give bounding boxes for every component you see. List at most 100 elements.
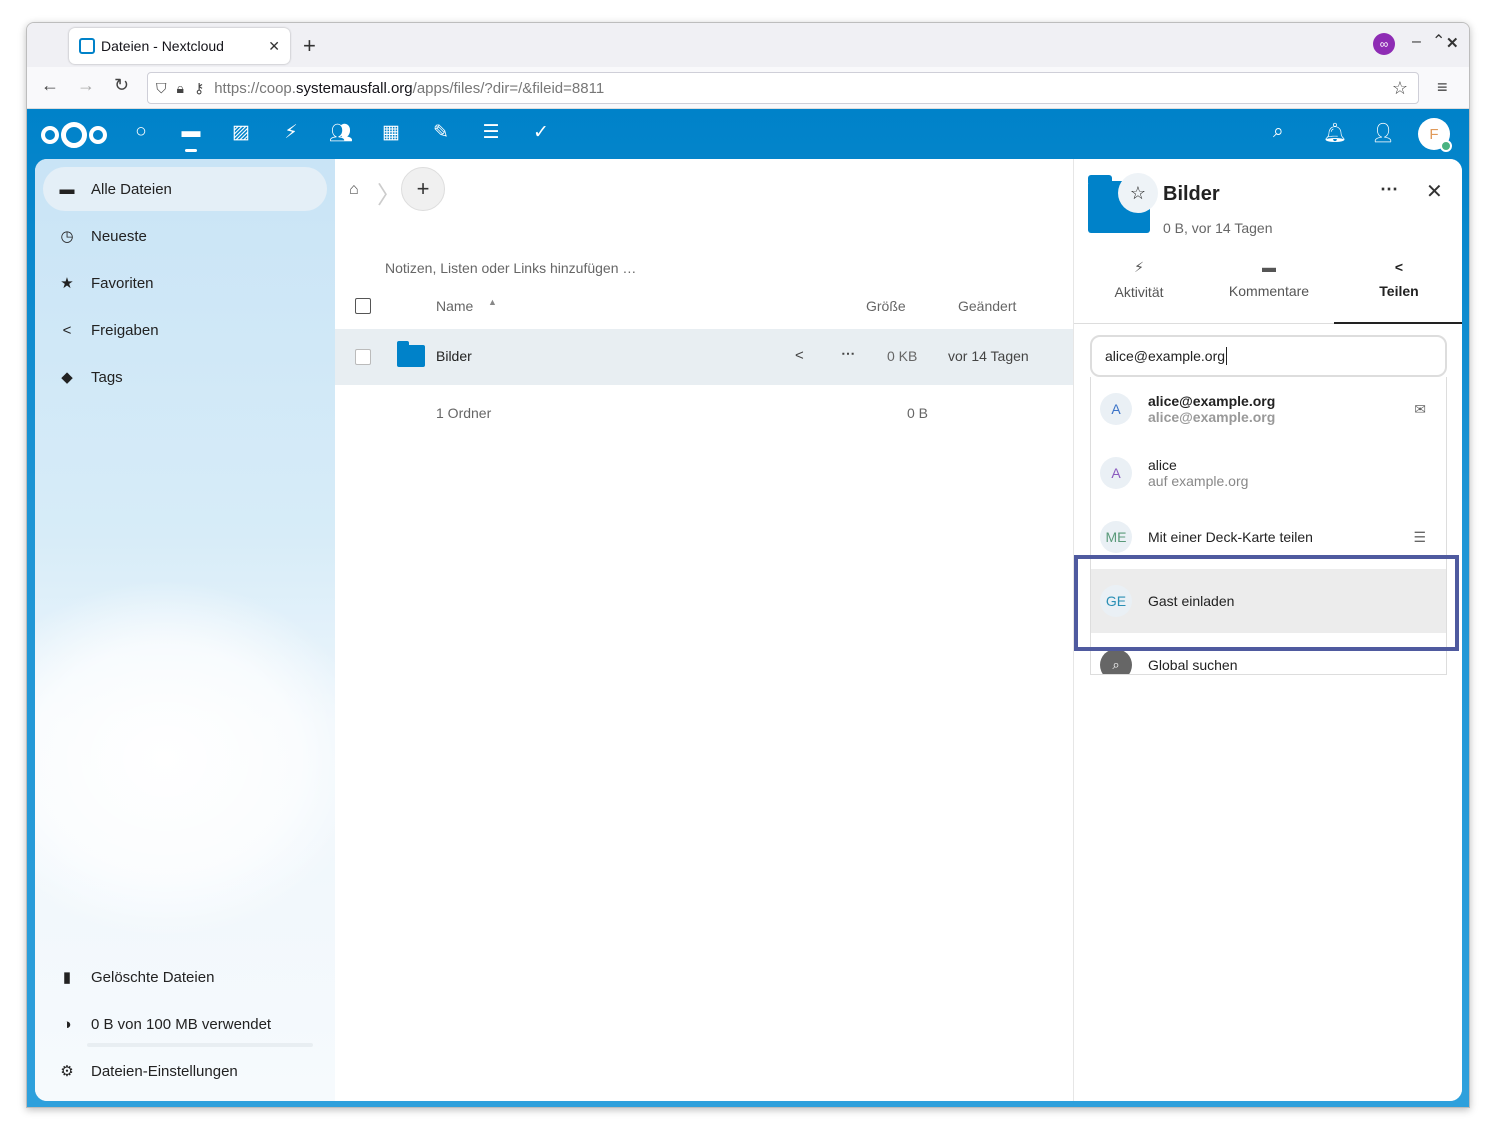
nav-item-recent[interactable]: ◷ Neueste (43, 214, 327, 258)
option-subtitle: alice@example.org (1148, 409, 1276, 425)
calendar-app-icon[interactable]: ▦ (379, 121, 403, 144)
nav-item-settings[interactable]: ⚙ Dateien-Einstellungen (43, 1049, 327, 1093)
search-icon[interactable]: ⌕ (1273, 121, 1284, 143)
table-row[interactable]: Bilder < ⋯ 0 KB vor 14 Tagen (335, 329, 1073, 385)
rich-workspace-placeholder[interactable]: Notizen, Listen oder Links hinzufügen … (385, 260, 636, 276)
contacts-menu-icon[interactable]: 👤︎ (1371, 121, 1395, 145)
option-title: Mit einer Deck-Karte teilen (1148, 529, 1313, 545)
notifications-bell-icon[interactable]: 🔔︎ (1323, 121, 1347, 145)
bolt-icon: ⚡︎ (1134, 259, 1144, 275)
list-item[interactable]: GE Gast einladen (1091, 569, 1446, 633)
active-app-indicator (185, 149, 197, 152)
star-icon: ★ (60, 275, 74, 292)
url-bar[interactable]: ⛉ 🔒︎ ⚷ https://coop. systemausfall.org/ap… (147, 72, 1419, 104)
close-window-button[interactable]: ✕ (1446, 34, 1459, 52)
contacts-app-icon[interactable]: 👥︎ (329, 121, 353, 145)
comment-icon: ▬ (1262, 259, 1276, 275)
avatar-letter: F (1429, 125, 1439, 143)
tab-label: Kommentare (1228, 283, 1310, 299)
browser-window: Dateien - Nextcloud ✕ + ∞ – ⌃ ✕ ← → ↻ ⛉ … (26, 22, 1470, 1108)
nextcloud-favicon-icon (79, 38, 95, 54)
more-actions-icon[interactable]: ⋯ (841, 345, 855, 362)
clock-icon: ◷ (60, 228, 74, 245)
back-button[interactable]: ← (41, 75, 59, 96)
column-name[interactable]: Name (436, 298, 473, 314)
close-sidebar-icon[interactable]: ✕ (1426, 179, 1443, 204)
folder-icon: ▬ (59, 180, 75, 198)
favorite-star-button[interactable]: ☆ (1118, 173, 1158, 213)
tab-activity[interactable]: ⚡︎ Aktivität (1074, 259, 1204, 300)
share-suggestions-dropdown: A alice@example.org alice@example.org ✉ … (1090, 377, 1447, 675)
reload-button[interactable]: ↻ (114, 75, 129, 96)
deck-app-icon[interactable]: ☰ (479, 121, 503, 144)
navigation-bar: ← → ↻ ⛉ 🔒︎ ⚷ https://coop. systemausfall.… (27, 67, 1469, 109)
select-all-checkbox[interactable] (355, 298, 371, 314)
nav-label: Dateien-Einstellungen (91, 1062, 238, 1080)
folder-icon (397, 341, 425, 367)
user-avatar[interactable]: F (1418, 118, 1452, 152)
nav-item-shares[interactable]: < Freigaben (43, 308, 327, 352)
nav-item-favorites[interactable]: ★ Favoriten (43, 261, 327, 305)
quota-progress-bar (87, 1043, 313, 1047)
nav-item-deleted-files[interactable]: ▮ Gelöschte Dateien (43, 955, 327, 999)
nav-label: Neueste (91, 227, 147, 245)
option-title: alice (1148, 457, 1177, 473)
tab-close-icon[interactable]: ✕ (268, 38, 280, 55)
column-modified[interactable]: Geändert (958, 298, 1016, 314)
file-modified: vor 14 Tagen (948, 348, 1029, 364)
tasks-app-icon[interactable]: ✓ (529, 121, 553, 144)
share-icon[interactable]: < (795, 347, 804, 364)
home-icon[interactable]: ⌂ (349, 181, 359, 199)
shield-icon[interactable]: ⛉ (156, 80, 167, 97)
browser-tab[interactable]: Dateien - Nextcloud ✕ (69, 28, 290, 64)
sidebar-subtitle: 0 B, vor 14 Tagen (1163, 220, 1273, 236)
files-list: ⌂ 〉 + Notizen, Listen oder Links hinzufü… (335, 159, 1073, 1101)
list-item[interactable]: ME Mit einer Deck-Karte teilen ☰ (1091, 505, 1446, 569)
nav-item-tags[interactable]: ◆ Tags (43, 355, 327, 399)
notes-app-icon[interactable]: ✎ (429, 121, 453, 144)
option-subtitle: auf example.org (1148, 473, 1249, 489)
share-icon: < (1394, 259, 1404, 275)
details-sidebar: ☆ Bilder 0 B, vor 14 Tagen ⋯ ✕ ⚡︎ Aktivi… (1073, 159, 1462, 1101)
left-navigation: ▬ Alle Dateien ◷ Neueste ★ Favoriten < F… (35, 159, 375, 1101)
file-name[interactable]: Bilder (436, 348, 472, 364)
cloud-background (35, 579, 375, 939)
tag-icon: ◆ (61, 369, 73, 386)
list-item[interactable]: A alice auf example.org (1091, 441, 1446, 505)
new-file-button[interactable]: + (401, 167, 445, 211)
column-size[interactable]: Größe (866, 298, 906, 314)
nextcloud-logo-icon[interactable] (41, 122, 107, 148)
lock-icon[interactable]: 🔒︎ (177, 80, 184, 97)
photos-app-icon[interactable]: ▨ (229, 121, 253, 144)
summary-size: 0 B (907, 405, 929, 421)
list-item[interactable]: A alice@example.org alice@example.org ✉ (1091, 377, 1446, 441)
tab-label: Teilen (1379, 283, 1419, 299)
forward-button[interactable]: → (77, 75, 95, 96)
new-tab-button[interactable]: + (303, 33, 316, 59)
tab-sharing[interactable]: < Teilen (1334, 259, 1462, 299)
option-title: Gast einladen (1148, 593, 1235, 609)
nav-item-all-files[interactable]: ▬ Alle Dateien (43, 167, 327, 211)
row-checkbox[interactable] (355, 349, 371, 365)
avatar: ME (1100, 521, 1132, 553)
list-item[interactable]: ⌕ Global suchen (1091, 633, 1446, 674)
sort-ascending-icon: ▲ (488, 297, 497, 307)
list-header: Name ▲ Größe Geändert (335, 287, 1073, 325)
content-area: ▬ Alle Dateien ◷ Neueste ★ Favoriten < F… (35, 159, 1462, 1101)
share-search-input[interactable]: alice@example.org (1090, 335, 1447, 377)
minimize-button[interactable]: – (1412, 33, 1421, 51)
more-actions-icon[interactable]: ⋯ (1380, 179, 1398, 200)
maximize-button[interactable]: ⌃ (1432, 31, 1445, 51)
share-icon: < (62, 321, 72, 339)
tab-comments[interactable]: ▬ Kommentare (1204, 259, 1334, 299)
files-app-icon[interactable]: ▬ (179, 121, 203, 143)
app-menu-button[interactable]: ≡ (1437, 77, 1448, 98)
key-icon[interactable]: ⚷ (194, 80, 204, 97)
bookmark-star-icon[interactable]: ☆ (1392, 78, 1408, 99)
url-host: systemausfall.org (295, 79, 413, 97)
dashboard-icon[interactable]: ○ (129, 121, 153, 143)
nav-label: Tags (91, 368, 123, 386)
active-tab-indicator (1334, 322, 1462, 324)
activity-app-icon[interactable]: ⚡︎ (279, 121, 303, 144)
nav-item-quota: ◑ 0 B von 100 MB verwendet (43, 1002, 327, 1046)
